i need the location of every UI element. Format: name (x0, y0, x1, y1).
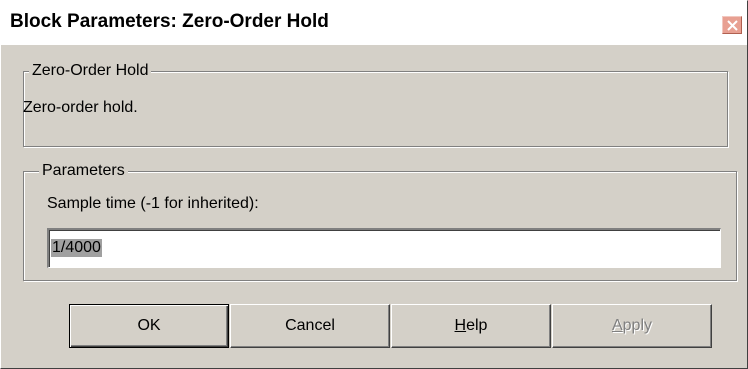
apply-button-label: Apply (611, 317, 653, 334)
apply-button[interactable]: Apply (552, 304, 712, 348)
sample-time-field[interactable] (47, 228, 721, 268)
help-button-label: Help (454, 317, 488, 334)
cancel-button-label: Cancel (285, 317, 335, 334)
ok-button-label: OK (137, 317, 161, 334)
window-title: Block Parameters: Zero-Order Hold (10, 11, 329, 32)
sample-time-label: Sample time (-1 for inherited): (47, 195, 259, 212)
close-button[interactable] (722, 16, 742, 34)
block-parameters-dialog: Block Parameters: Zero-Order Hold Zero-O… (0, 0, 748, 369)
ok-button[interactable]: OK (69, 304, 229, 348)
parameters-group-legend: Parameters (39, 162, 128, 180)
title-bar[interactable]: Block Parameters: Zero-Order Hold (1, 1, 747, 45)
sample-time-value[interactable]: 1/4000 (51, 239, 102, 257)
cancel-button[interactable]: Cancel (230, 304, 390, 348)
close-icon (727, 20, 738, 31)
block-description: Zero-order hold. (23, 99, 138, 116)
help-button[interactable]: Help (391, 304, 551, 348)
description-group-legend: Zero-Order Hold (29, 62, 152, 80)
